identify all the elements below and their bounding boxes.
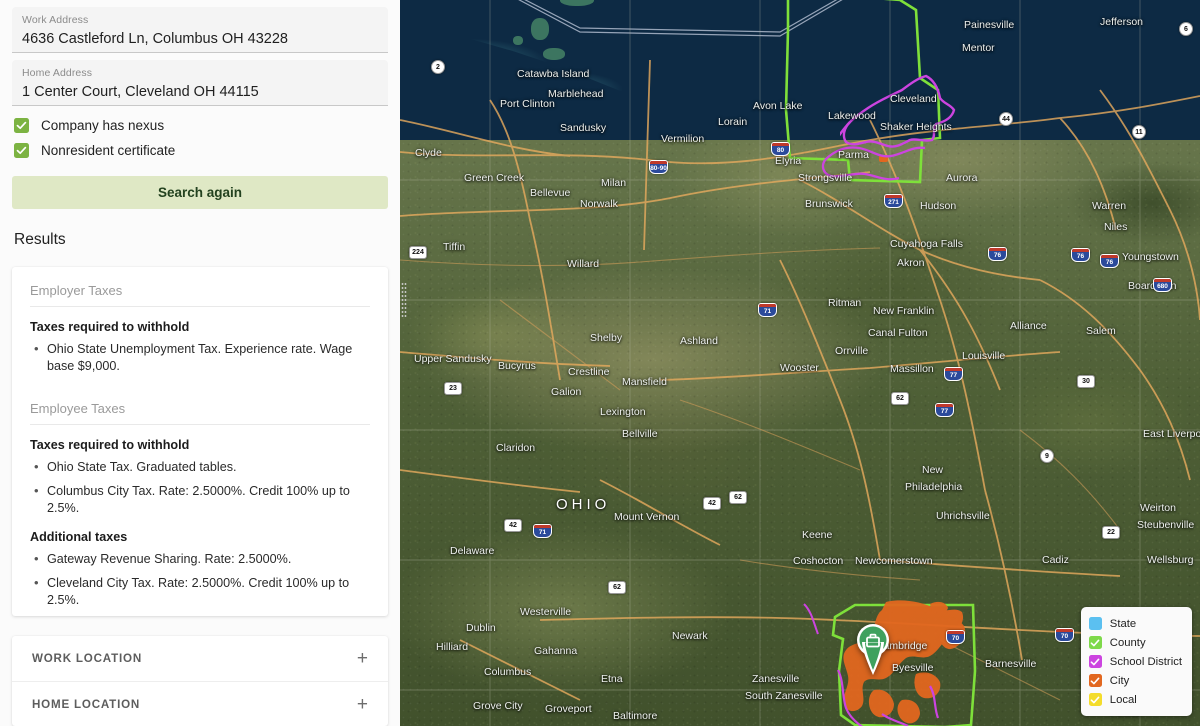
home-address-label: Home Address (22, 67, 93, 79)
list-item: Columbus City Tax. Rate: 2.5000%. Credit… (30, 482, 370, 517)
highway-shield-icon: 42 (703, 497, 721, 510)
accordion-home-location-label: HOME LOCATION (32, 697, 141, 711)
highway-shield-icon: 2 (431, 60, 445, 74)
company-has-nexus-checkbox-row[interactable]: Company has nexus (12, 118, 388, 133)
legend-item-label: School District (1109, 655, 1182, 668)
work-address-input[interactable]: 4636 Castleford Ln, Columbus OH 43228 (22, 29, 378, 49)
list-item: Ohio State Tax. Graduated tables. (30, 458, 370, 476)
tax-results-card: Employer Taxes Taxes required to withhol… (12, 267, 388, 616)
accordion-work-location[interactable]: WORK LOCATION + (12, 636, 388, 681)
work-address-label: Work Address (22, 14, 89, 26)
location-accordions: WORK LOCATION + HOME LOCATION + (12, 636, 388, 726)
highway-shield-icon: 71 (533, 524, 552, 538)
highway-shield-icon: 224 (409, 246, 427, 259)
additional-taxes-list: Gateway Revenue Sharing. Rate: 2.5000%. … (30, 550, 370, 609)
plus-icon[interactable]: + (357, 649, 368, 668)
work-marker[interactable] (852, 620, 894, 676)
highway-shield-icon: 9 (1040, 449, 1054, 463)
highway-shield-icon: 71 (758, 303, 777, 317)
checkbox-checked-icon[interactable] (14, 143, 29, 158)
legend-item-local[interactable]: Local (1088, 690, 1182, 709)
highway-shield-icon: 271 (884, 194, 903, 208)
employee-taxes-section-title: Employee Taxes (30, 401, 370, 425)
work-address-field[interactable]: Work Address 4636 Castleford Ln, Columbu… (12, 7, 388, 53)
highway-shield-icon: 62 (729, 491, 747, 504)
highway-shield-icon: 42 (504, 519, 522, 532)
list-item: Gateway Revenue Sharing. Rate: 2.5000%. (30, 550, 370, 568)
legend-checkbox-checked-icon[interactable] (1088, 655, 1102, 668)
employer-withhold-heading: Taxes required to withhold (30, 320, 190, 334)
highway-shield-icon: 80 (771, 142, 790, 156)
panel-resize-handle[interactable] (400, 0, 409, 726)
legend-item-state[interactable]: State (1088, 614, 1182, 633)
app-root: Work Address 4636 Castleford Ln, Columbu… (0, 0, 1200, 726)
highway-shield-icon: 70 (946, 630, 965, 644)
legend-checkbox-checked-icon[interactable] (1088, 636, 1102, 649)
highway-shield-icon: 680 (1153, 278, 1172, 292)
highway-shield-icon: 44 (999, 112, 1013, 126)
highway-shield-icon: 80-90 (649, 160, 668, 174)
legend-item-label: State (1109, 617, 1137, 630)
results-sidebar: Work Address 4636 Castleford Ln, Columbu… (0, 0, 400, 726)
list-item: Cleveland City Tax. Rate: 2.5000%. Credi… (30, 574, 370, 609)
highway-shield-icon: 30 (1077, 375, 1095, 388)
highway-shield-icon: 77 (935, 403, 954, 417)
drag-grip-icon[interactable] (401, 282, 407, 318)
legend-item-county[interactable]: County (1088, 633, 1182, 652)
accordion-work-location-label: WORK LOCATION (32, 652, 143, 665)
address-form: Work Address 4636 Castleford Ln, Columbu… (0, 0, 400, 209)
home-address-input[interactable]: 1 Center Court, Cleveland OH 44115 (22, 82, 378, 102)
highway-shield-icon: 77 (944, 367, 963, 381)
legend-checkbox-unchecked-icon[interactable] (1088, 617, 1102, 630)
employer-taxes-section-title: Employer Taxes (30, 283, 370, 307)
legend-item-label: County (1109, 636, 1146, 649)
highway-shield-icon: 11 (1132, 125, 1146, 139)
legend-checkbox-checked-icon[interactable] (1088, 674, 1102, 687)
plus-icon[interactable]: + (357, 695, 368, 714)
highway-shield-icon: 76 (1071, 248, 1090, 262)
results-heading: Results (14, 231, 66, 248)
employee-withhold-list: Ohio State Tax. Graduated tables. Columb… (30, 458, 370, 517)
checkbox-checked-icon[interactable] (14, 118, 29, 133)
highway-shield-icon: 70 (1055, 628, 1074, 642)
map-canvas[interactable]: Catawba Island Marblehead Port Clinton Sand… (400, 0, 1200, 726)
highway-shield-icon: 22 (1102, 526, 1120, 539)
highway-shield-icon: 6 (1179, 22, 1193, 36)
legend-item-school-district[interactable]: School District (1088, 652, 1182, 671)
accordion-home-location[interactable]: HOME LOCATION + (12, 681, 388, 726)
highway-shield-icon: 23 (444, 382, 462, 395)
employee-withhold-heading: Taxes required to withhold (30, 438, 190, 452)
school-district-overlay-west (821, 146, 926, 181)
additional-taxes-heading: Additional taxes (30, 530, 128, 544)
list-item: Ohio State Unemployment Tax. Experience … (30, 340, 370, 375)
company-has-nexus-label: Company has nexus (41, 118, 165, 133)
legend-checkbox-checked-icon[interactable] (1088, 693, 1102, 706)
highway-shield-icon: 76 (988, 247, 1007, 261)
nonresident-certificate-label: Nonresident certificate (41, 143, 176, 158)
school-district-overlay-columbus (837, 669, 940, 726)
nonresident-certificate-checkbox-row[interactable]: Nonresident certificate (12, 143, 388, 158)
employer-withhold-list: Ohio State Unemployment Tax. Experience … (30, 340, 370, 375)
home-address-field[interactable]: Home Address 1 Center Court, Cleveland O… (12, 60, 388, 106)
highway-shield-icon: 62 (891, 392, 909, 405)
map-legend[interactable]: State County School District City Local (1080, 607, 1192, 716)
search-again-button[interactable]: Search again (12, 176, 388, 209)
legend-item-label: Local (1109, 693, 1137, 706)
highway-shield-icon: 76 (1100, 254, 1119, 268)
highway-shield-icon: 62 (608, 581, 626, 594)
legend-item-city[interactable]: City (1088, 671, 1182, 690)
legend-item-label: City (1109, 674, 1130, 687)
